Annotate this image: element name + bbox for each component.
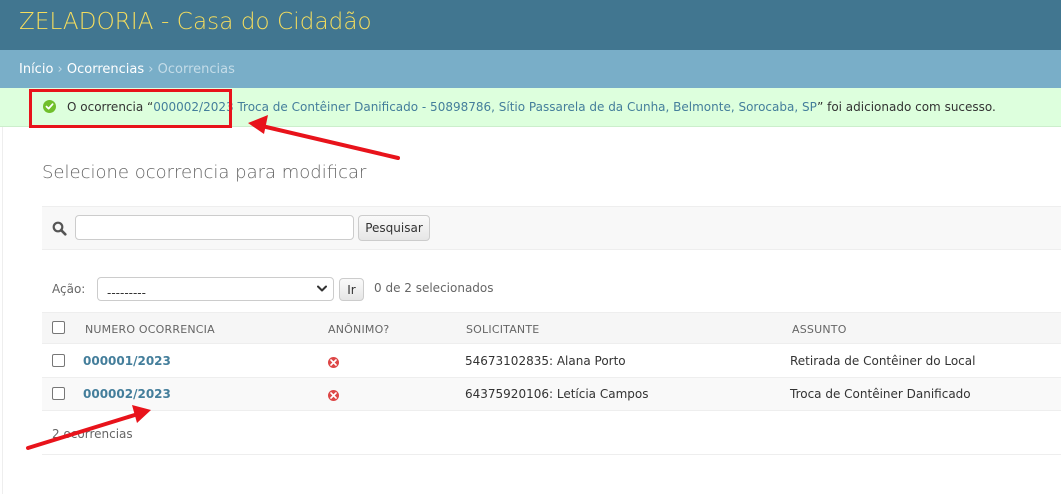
annotation-highlight-box <box>29 89 232 128</box>
search-input[interactable] <box>75 215 354 240</box>
search-icon <box>52 221 67 236</box>
search-button[interactable]: Pesquisar <box>358 215 430 241</box>
breadcrumb: Início › Ocorrencias › Ocorrencias <box>0 50 1061 88</box>
column-header-anonimo[interactable]: ANÔNIMO? <box>328 323 389 336</box>
message-object-link[interactable]: 000002/2023 Troca de Contêiner Danificad… <box>153 100 817 114</box>
action-select[interactable]: --------- <box>97 277 334 301</box>
table-row: 000001/2023 54673102835: Alana Porto Ret… <box>42 345 1061 378</box>
solicitante-cell: 64375920106: Letícia Campos <box>465 387 649 401</box>
row-checkbox[interactable] <box>52 387 65 400</box>
go-button[interactable]: Ir <box>339 278 364 301</box>
chevron-down-icon <box>317 285 327 292</box>
paginator: 2 ocorrencias <box>52 427 133 441</box>
select-all-checkbox[interactable] <box>52 321 65 334</box>
breadcrumb-home[interactable]: Início <box>19 62 53 77</box>
site-title[interactable]: ZELADORIA - Casa do Cidadão <box>19 9 372 35</box>
table-header: NUMERO OCORRENCIA ANÔNIMO? SOLICITANTE A… <box>42 312 1061 344</box>
annotation-arrow <box>260 124 400 160</box>
action-label: Ação: <box>52 282 86 296</box>
row-checkbox[interactable] <box>52 354 65 367</box>
assunto-cell: Troca de Contêiner Danificado <box>790 387 971 401</box>
content-border <box>2 127 3 494</box>
action-select-value: --------- <box>107 286 146 300</box>
breadcrumb-separator: › <box>57 62 63 77</box>
x-circle-icon <box>328 357 339 368</box>
paginator-divider <box>42 454 1061 455</box>
column-header-solicitante[interactable]: SOLICITANTE <box>466 323 539 336</box>
breadcrumb-separator: › <box>148 62 154 77</box>
assunto-cell: Retirada de Contêiner do Local <box>790 354 976 368</box>
breadcrumb-app[interactable]: Ocorrencias <box>67 62 144 77</box>
solicitante-cell: 54673102835: Alana Porto <box>465 354 626 368</box>
page-title: Selecione ocorrencia para modificar <box>42 162 367 183</box>
selected-count: 0 de 2 selecionados <box>374 281 494 295</box>
column-header-assunto[interactable]: ASSUNTO <box>792 323 847 336</box>
message-suffix: ” foi adicionado com sucesso. <box>817 100 996 114</box>
ocorrencia-link[interactable]: 000002/2023 <box>83 387 171 401</box>
x-circle-icon <box>328 390 339 401</box>
column-header-numero[interactable]: NUMERO OCORRENCIA <box>85 323 215 336</box>
table-row: 000002/2023 64375920106: Letícia Campos … <box>42 378 1061 411</box>
header: ZELADORIA - Casa do Cidadão <box>0 0 1061 50</box>
breadcrumb-current: Ocorrencias <box>157 62 235 77</box>
ocorrencia-link[interactable]: 000001/2023 <box>83 354 171 368</box>
search-toolbar: Pesquisar <box>42 206 1061 250</box>
